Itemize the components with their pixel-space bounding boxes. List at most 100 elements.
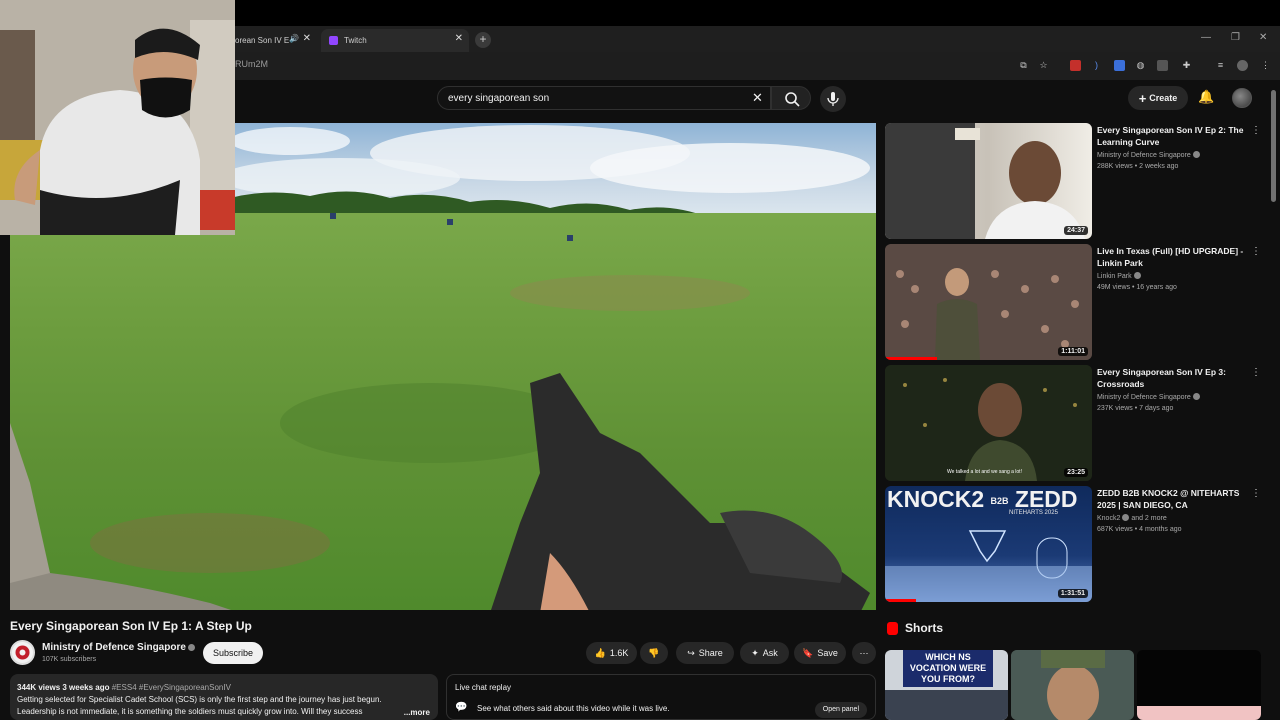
recommendation-title[interactable]: Every Singaporean Son IV Ep 3: Crossroad…	[1097, 366, 1247, 390]
browser-menu-icon[interactable]: ⋮	[1260, 60, 1271, 71]
show-more-link[interactable]: ...more	[399, 707, 430, 719]
install-icon[interactable]: ⧉	[1018, 60, 1029, 71]
verified-icon	[1192, 151, 1200, 158]
search-icon	[785, 92, 800, 107]
recommendation-channel[interactable]: Linkin Park	[1097, 272, 1141, 280]
tab-twitch[interactable]: Twitch ✕	[321, 29, 469, 52]
dislike-button[interactable]: 👎	[640, 642, 668, 664]
extension-icon[interactable]	[1157, 60, 1168, 71]
share-button[interactable]: ↪ Share	[676, 642, 734, 664]
avatar[interactable]	[1232, 88, 1252, 108]
clear-search-icon[interactable]: ✕	[752, 90, 763, 106]
save-label: Save	[817, 648, 838, 658]
chat-icon: 💬	[455, 702, 468, 713]
recommendation-item[interactable]: 24:37 Every Singaporean Son IV Ep 2: The…	[885, 123, 1270, 239]
recommendation-views: 237K views • 7 days ago	[1097, 405, 1174, 412]
short-item[interactable]: WHICH NS VOCATION WERE YOU FROM?	[885, 650, 1008, 720]
video-thumbnail[interactable]: We talked a lot and we sang a lot! 23:25	[885, 365, 1092, 481]
scrollbar[interactable]	[1271, 90, 1276, 202]
address-bar[interactable]: RUm2M	[235, 59, 268, 69]
profile-icon[interactable]	[1237, 60, 1248, 71]
search-query: every singaporean son	[448, 92, 550, 104]
subscribe-button[interactable]: Subscribe	[203, 642, 263, 664]
save-button[interactable]: 🔖 Save	[794, 642, 846, 664]
create-label: Create	[1149, 93, 1178, 103]
extension-icon[interactable]: ◍	[1135, 60, 1146, 71]
streamer-silhouette	[0, 0, 235, 235]
recommendation-title[interactable]: ZEDD B2B KNOCK2 @ NITEHARTS 2025 | SAN D…	[1097, 487, 1247, 511]
extension-icon[interactable]	[1070, 60, 1081, 71]
voice-search-button[interactable]	[820, 86, 846, 112]
channel-avatar[interactable]	[10, 640, 35, 665]
live-chat-title: Live chat replay	[455, 683, 512, 692]
short-thumb-art	[885, 690, 1008, 720]
search-button[interactable]	[771, 86, 811, 110]
minimize-icon[interactable]: —	[1201, 32, 1211, 43]
video-thumbnail[interactable]: 1:11:01	[885, 244, 1092, 360]
recommendation-title[interactable]: Every Singaporean Son IV Ep 2: The Learn…	[1097, 124, 1247, 148]
more-actions-button[interactable]: ⋯	[852, 642, 876, 664]
recommendation-channel[interactable]: Ministry of Defence Singapore	[1097, 393, 1200, 401]
tab-youtube[interactable]: orean Son IV E 🔊 ✕	[235, 29, 317, 52]
recommendation-item[interactable]: KNOCK2 B2B ZEDD NITEHARTS 2025 1:31:51 Z…	[885, 486, 1270, 602]
short-item[interactable]	[1011, 650, 1134, 720]
open-panel-button[interactable]: Open panel	[814, 702, 867, 718]
duration-badge: 1:11:01	[1058, 347, 1088, 356]
extension-icon[interactable]	[1114, 60, 1125, 71]
create-button[interactable]: + Create	[1128, 86, 1188, 110]
speaker-icon[interactable]: 🔊	[289, 34, 299, 43]
verified-icon	[187, 644, 195, 651]
tab-label: orean Son IV E	[235, 36, 290, 45]
thumbnail-art	[885, 244, 1092, 360]
window-close-icon[interactable]: ✕	[1259, 32, 1267, 43]
restore-icon[interactable]: ❐	[1231, 32, 1240, 43]
more-vertical-icon[interactable]: ⋮	[1251, 488, 1261, 499]
like-count: 1.6K	[609, 648, 629, 658]
plus-icon: +	[1138, 90, 1147, 106]
watch-progress-bar	[885, 357, 937, 360]
ask-label: Ask	[762, 648, 778, 658]
thumbnail-art	[885, 123, 1085, 239]
new-tab-button[interactable]: +	[475, 32, 491, 48]
channel-text: Ministry of Defence Singapore	[1097, 394, 1191, 401]
channel-name[interactable]: Ministry of Defence Singapore	[42, 642, 195, 653]
more-horizontal-icon: ⋯	[859, 647, 869, 658]
more-vertical-icon[interactable]: ⋮	[1251, 246, 1261, 257]
reading-list-icon[interactable]: ≡	[1215, 60, 1226, 71]
close-icon[interactable]: ✕	[303, 33, 311, 44]
shorts-icon	[887, 622, 898, 635]
recommendation-title[interactable]: Live In Texas (Full) [HD UPGRADE] - Link…	[1097, 245, 1247, 269]
verified-icon	[1192, 393, 1200, 400]
more-vertical-icon[interactable]: ⋮	[1251, 125, 1261, 136]
description-box[interactable]: 344K views 3 weeks ago #ESS4 #EverySinga…	[10, 674, 438, 720]
description-line: Getting selected for Specialist Cadet Sc…	[17, 695, 382, 704]
watch-progress-bar	[885, 599, 916, 602]
search-input[interactable]: every singaporean son	[437, 86, 771, 110]
twitch-icon	[329, 36, 338, 45]
share-icon: ↪	[687, 647, 695, 658]
verified-icon	[1133, 272, 1141, 279]
recommendation-channel[interactable]: Ministry of Defence Singapore	[1097, 151, 1200, 159]
short-thumb-art	[1137, 706, 1261, 720]
duration-badge: 24:37	[1064, 226, 1088, 235]
channel-text: Knock2	[1097, 515, 1121, 522]
recommendation-item[interactable]: 1:11:01 Live In Texas (Full) [HD UPGRADE…	[885, 244, 1270, 360]
like-button[interactable]: 👍 1.6K	[586, 642, 637, 664]
microphone-icon	[827, 92, 839, 106]
hashtags[interactable]: #ESS4 #EverySingaporeanSonIV	[112, 683, 231, 692]
video-thumbnail[interactable]: KNOCK2 B2B ZEDD NITEHARTS 2025 1:31:51	[885, 486, 1092, 602]
notifications-bell-icon[interactable]: 🔔	[1198, 89, 1214, 105]
channel-name-text: Ministry of Defence Singapore	[42, 642, 186, 653]
more-vertical-icon[interactable]: ⋮	[1251, 367, 1261, 378]
ask-button[interactable]: ✦ Ask	[740, 642, 789, 664]
thumbs-up-icon: 👍	[594, 647, 606, 658]
shorts-heading: Shorts	[905, 621, 944, 635]
recommendation-channel[interactable]: Knock2 and 2 more	[1097, 514, 1167, 522]
extensions-puzzle-icon[interactable]: ✚	[1181, 60, 1192, 71]
short-item[interactable]	[1137, 650, 1261, 720]
video-thumbnail[interactable]: 24:37	[885, 123, 1092, 239]
bookmark-star-icon[interactable]: ☆	[1038, 60, 1049, 71]
recommendation-item[interactable]: We talked a lot and we sang a lot! 23:25…	[885, 365, 1270, 481]
close-icon[interactable]: ✕	[455, 33, 463, 44]
extension-icon[interactable]: )	[1091, 60, 1102, 71]
